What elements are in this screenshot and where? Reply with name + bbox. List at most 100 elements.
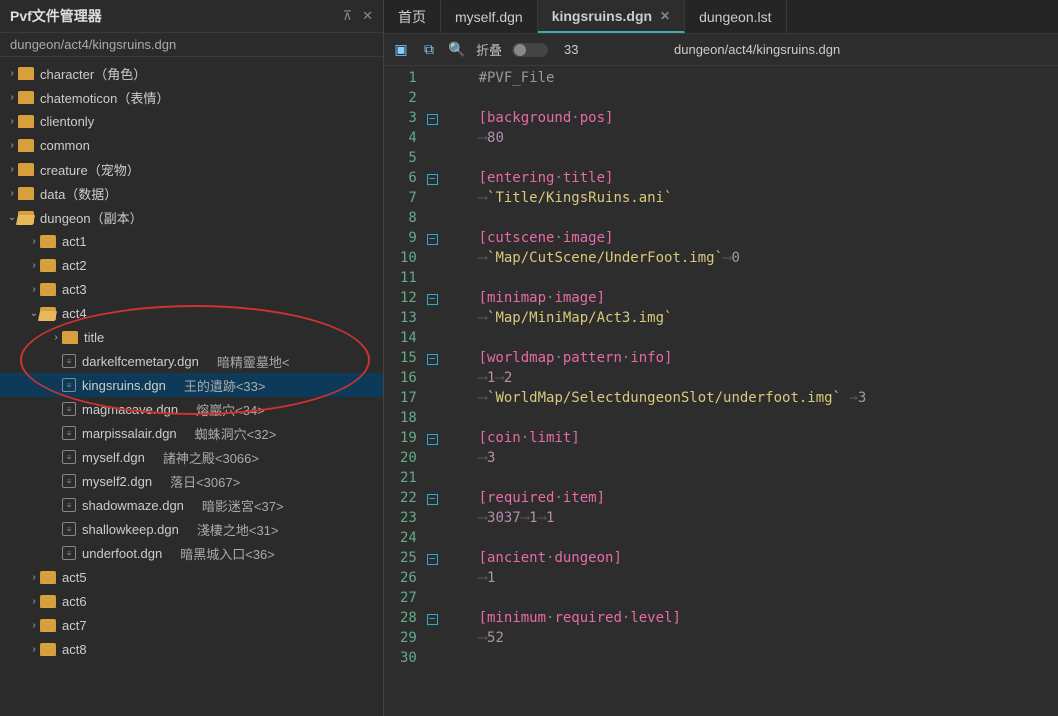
folder-icon bbox=[18, 139, 34, 152]
tree-label: act2 bbox=[62, 258, 87, 273]
path-field[interactable] bbox=[668, 39, 948, 60]
tree-folder[interactable]: › act8 bbox=[0, 637, 383, 661]
file-icon: ≡ bbox=[62, 450, 76, 464]
tree-folder[interactable]: › act7 bbox=[0, 613, 383, 637]
tree-label: chatemoticon（表情） bbox=[40, 88, 169, 107]
tree-file[interactable]: ≡underfoot.dgn暗黑城入口<36> bbox=[0, 541, 383, 565]
folder-icon bbox=[18, 115, 34, 128]
sidebar-title: Pvf文件管理器 bbox=[10, 6, 102, 26]
folder-icon bbox=[40, 643, 56, 656]
fold-marker[interactable]: − bbox=[427, 174, 438, 185]
tree-file[interactable]: ≡marpissalair.dgn蜘蛛洞穴<32> bbox=[0, 421, 383, 445]
folder-icon bbox=[40, 595, 56, 608]
tree-label: act7 bbox=[62, 618, 87, 633]
tree-folder[interactable]: › character（角色） bbox=[0, 61, 383, 85]
tree-file[interactable]: ≡magmacave.dgn熔巖穴<34> bbox=[0, 397, 383, 421]
copy-icon[interactable]: ⧉ bbox=[420, 41, 438, 59]
tree-folder[interactable]: › act3 bbox=[0, 277, 383, 301]
tree-file[interactable]: ≡darkelfcemetary.dgn暗精靈墓地< bbox=[0, 349, 383, 373]
tree-folder[interactable]: › common bbox=[0, 133, 383, 157]
expand-arrow[interactable]: › bbox=[6, 116, 18, 127]
tab[interactable]: 首页 bbox=[384, 0, 441, 33]
tree-label: marpissalair.dgn bbox=[82, 426, 177, 441]
close-icon[interactable]: ✕ bbox=[362, 8, 373, 24]
pin-icon[interactable]: ⊼ bbox=[343, 8, 353, 24]
tree-file[interactable]: ≡kingsruins.dgn王的遺跡<33> bbox=[0, 373, 383, 397]
file-tree[interactable]: › character（角色） › chatemoticon（表情） › clienton… bbox=[0, 57, 383, 716]
tree-file[interactable]: ≡myself2.dgn落日<3067> bbox=[0, 469, 383, 493]
fold-toggle[interactable] bbox=[512, 43, 548, 57]
expand-arrow[interactable]: › bbox=[28, 644, 40, 655]
tree-label: shallowkeep.dgn bbox=[82, 522, 179, 537]
code-content[interactable]: #PVF_File [background·pos] ⟶80 [entering… bbox=[445, 66, 866, 716]
tree-label: act1 bbox=[62, 234, 87, 249]
tree-label: clientonly bbox=[40, 114, 94, 129]
file-icon: ≡ bbox=[62, 426, 76, 440]
expand-arrow[interactable]: › bbox=[6, 188, 18, 199]
tab-bar[interactable]: 首页myself.dgnkingsruins.dgn✕ dungeon.lst bbox=[384, 0, 1058, 34]
window-icon[interactable]: ▣ bbox=[392, 41, 410, 59]
sidebar-header: Pvf文件管理器 ⊼ ✕ bbox=[0, 0, 383, 33]
tree-label: character（角色） bbox=[40, 64, 146, 83]
fold-marker[interactable]: − bbox=[427, 614, 438, 625]
path-bar[interactable]: dungeon/act4/kingsruins.dgn bbox=[0, 33, 383, 57]
fold-marker[interactable]: − bbox=[427, 354, 438, 365]
tree-folder[interactable]: ⌄act4 bbox=[0, 301, 383, 325]
folder-icon bbox=[40, 259, 56, 272]
fold-marker[interactable]: − bbox=[427, 554, 438, 565]
tree-folder[interactable]: › act2 bbox=[0, 253, 383, 277]
tree-desc: 王的遺跡<33> bbox=[184, 376, 266, 395]
tree-label: act4 bbox=[62, 306, 87, 321]
tree-folder[interactable]: ›act5 bbox=[0, 565, 383, 589]
tree-folder[interactable]: › clientonly bbox=[0, 109, 383, 133]
fold-marker[interactable]: − bbox=[427, 234, 438, 245]
tab-close-icon[interactable]: ✕ bbox=[660, 9, 670, 23]
expand-arrow[interactable]: › bbox=[28, 260, 40, 271]
tree-file[interactable]: ≡myself.dgn諸神之殿<3066> bbox=[0, 445, 383, 469]
expand-arrow[interactable]: › bbox=[6, 164, 18, 175]
expand-arrow[interactable]: › bbox=[6, 68, 18, 79]
tree-folder[interactable]: › chatemoticon（表情） bbox=[0, 85, 383, 109]
fold-column[interactable]: − − − − − − − − − bbox=[427, 66, 445, 716]
fold-marker[interactable]: − bbox=[427, 434, 438, 445]
tree-label: data（数据） bbox=[40, 184, 117, 203]
file-icon: ≡ bbox=[62, 402, 76, 416]
tree-folder[interactable]: › act1 bbox=[0, 229, 383, 253]
search-icon[interactable]: 🔍 bbox=[448, 41, 466, 59]
expand-arrow[interactable]: › bbox=[50, 332, 62, 343]
expand-arrow[interactable]: › bbox=[28, 620, 40, 631]
tree-label: act8 bbox=[62, 642, 87, 657]
tree-folder[interactable]: ›creature（宠物） bbox=[0, 157, 383, 181]
tab[interactable]: dungeon.lst bbox=[685, 0, 786, 33]
tree-folder[interactable]: › title bbox=[0, 325, 383, 349]
expand-arrow[interactable]: › bbox=[28, 572, 40, 583]
fold-marker[interactable]: − bbox=[427, 294, 438, 305]
expand-arrow[interactable]: › bbox=[28, 236, 40, 247]
tree-file[interactable]: ≡shadowmaze.dgn暗影迷宮<37> bbox=[0, 493, 383, 517]
tab[interactable]: kingsruins.dgn✕ bbox=[538, 0, 685, 33]
folder-icon bbox=[40, 235, 56, 248]
code-area[interactable]: 1234567891011121314151617181920212223242… bbox=[384, 66, 1058, 716]
tree-desc: 暗精靈墓地< bbox=[217, 352, 290, 371]
tree-label: kingsruins.dgn bbox=[82, 378, 166, 393]
tree-label: title bbox=[84, 330, 104, 345]
expand-arrow[interactable]: › bbox=[28, 284, 40, 295]
tree-folder[interactable]: › data（数据） bbox=[0, 181, 383, 205]
tree-label: common bbox=[40, 138, 90, 153]
tree-label: myself.dgn bbox=[82, 450, 145, 465]
expand-arrow[interactable]: › bbox=[28, 596, 40, 607]
tree-label: myself2.dgn bbox=[82, 474, 152, 489]
tab[interactable]: myself.dgn bbox=[441, 0, 538, 33]
fold-marker[interactable]: − bbox=[427, 114, 438, 125]
tab-label: dungeon.lst bbox=[699, 9, 771, 25]
tree-folder[interactable]: ›act6 bbox=[0, 589, 383, 613]
tree-label: magmacave.dgn bbox=[82, 402, 178, 417]
folder-icon bbox=[40, 307, 56, 320]
tree-folder[interactable]: ⌄dungeon（副本） bbox=[0, 205, 383, 229]
id-field[interactable] bbox=[558, 39, 658, 60]
tree-file[interactable]: ≡shallowkeep.dgn淺棲之地<31> bbox=[0, 517, 383, 541]
tree-label: act3 bbox=[62, 282, 87, 297]
expand-arrow[interactable]: › bbox=[6, 140, 18, 151]
expand-arrow[interactable]: › bbox=[6, 92, 18, 103]
fold-marker[interactable]: − bbox=[427, 494, 438, 505]
